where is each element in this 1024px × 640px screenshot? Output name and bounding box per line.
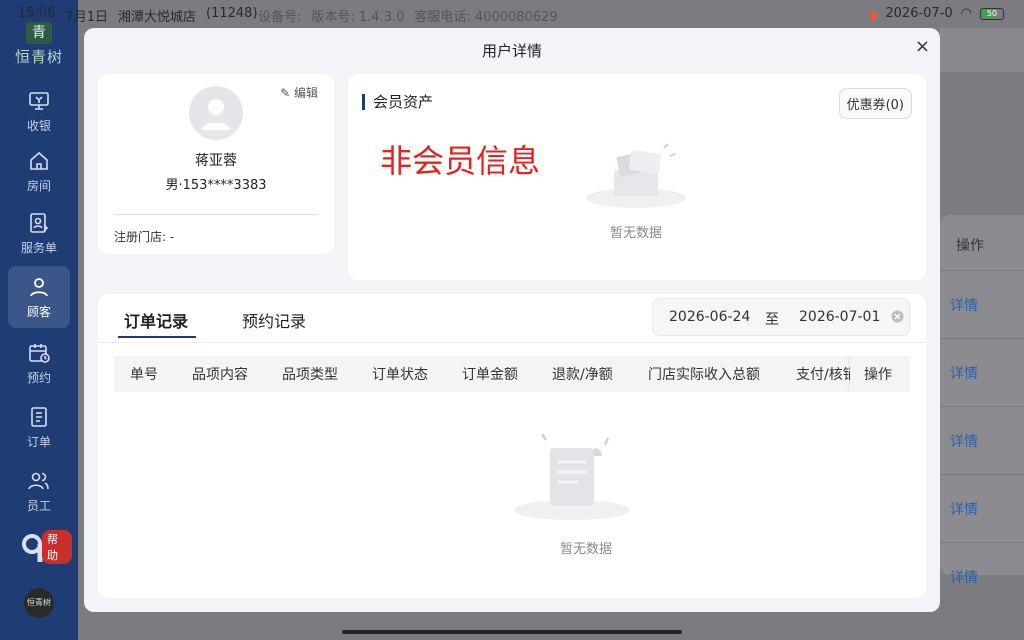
status-device: 设备号: [258, 10, 302, 25]
edit-icon: ✎ [280, 86, 291, 100]
status-time: 15:06 [18, 6, 56, 21]
order-icon [31, 406, 47, 427]
sidebar-item-label: 订单 [26, 434, 51, 449]
background-detail-link[interactable]: 详情 [940, 270, 1024, 338]
column-header: 门店实际收入总额 [648, 367, 760, 383]
sidebar-item-label: 房间 [26, 178, 51, 193]
sidebar-item-customers[interactable]: 顾客 [8, 266, 70, 328]
date-end[interactable]: 2026-07-01 [799, 309, 880, 325]
orders-empty-text: 暂无数据 [560, 542, 613, 557]
sidebar-item-appointments[interactable]: 预约 [8, 332, 70, 394]
modal-title: 用户详情 [481, 42, 542, 60]
wifi-icon: ◠ [960, 6, 972, 21]
status-datetime: 2026-07-0 [885, 6, 953, 21]
edit-button[interactable]: ✎ 编辑 [280, 84, 318, 101]
background-customer-table: 操作 详情 详情 详情 详情 详情 [940, 215, 1024, 586]
assets-title: 会员资产 [362, 94, 433, 110]
background-header-panel [940, 28, 1024, 72]
sidebar-item-label: 收银 [26, 118, 51, 133]
column-header: 支付/核销 [796, 367, 857, 383]
date-range-picker[interactable]: 2026-06-24 至 2026-07-01 [652, 298, 910, 336]
date-start[interactable]: 2026-06-24 [669, 309, 750, 325]
non-member-text: 非会员信息 [380, 142, 541, 180]
background-detail-link[interactable]: 详情 [940, 406, 1024, 474]
coupon-button[interactable]: 优惠券(0) [838, 88, 912, 119]
divider [114, 214, 318, 215]
user-name: 蒋亚蓉 [195, 153, 237, 169]
status-bar: 15:06 7月1日 湘潭大悦城店 (11248) 设备号: 版本号: 1.4.… [0, 0, 1024, 28]
close-icon[interactable]: × [915, 36, 930, 57]
logo-name: 恒青树 [14, 48, 63, 66]
sidebar-item-cashier[interactable]: 收银 [8, 80, 70, 142]
column-header: 订单状态 [372, 367, 428, 383]
background-detail-link[interactable]: 详情 [940, 542, 1024, 610]
home-icon [30, 151, 48, 170]
column-header: 操作 [864, 367, 892, 383]
column-header: 订单金额 [462, 367, 518, 383]
status-hotline: 客服电话: 4000080629 [414, 10, 558, 25]
battery-icon: 50 [980, 7, 1004, 20]
sidebar-item-service-order[interactable]: 服务单 [8, 202, 70, 264]
user-gender-phone: 男·153****3383 [165, 178, 267, 193]
recording-dot-icon [869, 11, 878, 20]
service-order-icon [30, 212, 49, 233]
status-store-code: (11248) [206, 6, 258, 21]
cashier-icon [29, 91, 49, 110]
background-detail-link[interactable]: 详情 [940, 338, 1024, 406]
operation-column-header: 操作 [850, 356, 910, 392]
registered-store: 注册门店: - [114, 230, 175, 244]
empty-cards-icon [586, 143, 686, 208]
order-table-header: 单号 品项内容 品项类型 订单状态 订单金额 退款/净额 门店实际收入总额 支付… [114, 356, 910, 392]
battery-level: 50 [986, 8, 998, 18]
sidebar-item-label: 服务单 [20, 240, 57, 255]
sidebar-item-rooms[interactable]: 房间 [8, 140, 70, 202]
status-store: 湘潭大悦城店 [118, 10, 197, 25]
calendar-icon [29, 343, 50, 363]
order-records-card: 订单记录 预约记录 2026-06-24 至 2026-07-01 单号 品项内… [98, 294, 926, 598]
user-detail-modal: 用户详情 × ✎ 编辑 蒋亚蓉 男·153****3383 注册门店: - 会员… [84, 28, 940, 612]
avatar [189, 86, 243, 140]
tab-divider [98, 342, 926, 343]
staff-icon [28, 472, 49, 489]
status-date: 7月1日 [65, 10, 109, 25]
app-logo: 青 恒青树 [8, 22, 70, 67]
assets-empty-text: 暂无数据 [610, 226, 663, 241]
background-detail-link[interactable]: 详情 [940, 474, 1024, 542]
user-info-card: ✎ 编辑 蒋亚蓉 男·153****3383 注册门店: - [98, 74, 334, 254]
clear-date-icon[interactable] [891, 310, 904, 327]
home-indicator[interactable] [342, 630, 682, 634]
column-header: 单号 [130, 367, 158, 383]
sidebar-item-label: 员工 [26, 498, 51, 513]
column-header: 品项类型 [282, 367, 338, 383]
tab-order-records[interactable]: 订单记录 [124, 308, 188, 332]
sidebar-item-label: 预约 [26, 370, 51, 385]
member-assets-card: 会员资产 优惠券(0) 非会员信息 暂无数据 [348, 74, 926, 280]
customer-icon [30, 277, 48, 296]
user-placeholder-icon [202, 99, 230, 130]
date-separator: 至 [765, 312, 779, 328]
sidebar-item-orders[interactable]: 订单 [8, 396, 70, 458]
sidebar: 青 恒青树 收银 房间 服务单 顾客 预约 订单 员工 帮助 恒青树 [0, 0, 78, 640]
tab-appointment-records[interactable]: 预约记录 [242, 308, 306, 332]
background-column-header: 操作 [956, 238, 984, 254]
status-version: 版本号: 1.4.3.0 [311, 10, 405, 25]
help-button[interactable]: 帮助 [22, 530, 72, 570]
store-avatar[interactable]: 恒青树 [24, 588, 54, 618]
column-header: 退款/净额 [552, 367, 613, 383]
empty-receipt-icon [514, 433, 630, 520]
help-tag: 帮助 [42, 530, 72, 564]
sidebar-item-staff[interactable]: 员工 [8, 460, 70, 522]
sidebar-item-label: 顾客 [26, 304, 51, 319]
column-header: 品项内容 [192, 367, 248, 383]
active-tab-indicator [118, 336, 196, 338]
edit-label: 编辑 [293, 86, 318, 100]
